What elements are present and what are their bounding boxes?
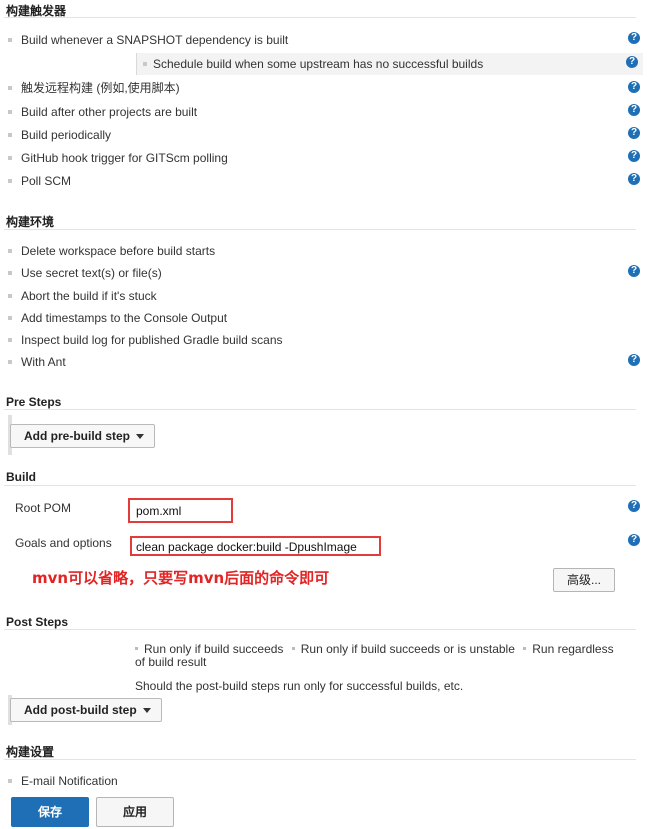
add-post-build-step-button[interactable]: Add post-build step: [10, 698, 162, 722]
env-label: Delete workspace before build starts: [21, 244, 216, 258]
trigger-after-other[interactable]: Build after other projects are built: [0, 101, 620, 123]
trigger-remote[interactable]: 触发远程构建 (例如,使用脚本): [0, 77, 620, 99]
checkbox[interactable]: [143, 62, 147, 66]
section-title-settings: 构建设置: [6, 745, 55, 759]
checkbox[interactable]: [8, 86, 12, 90]
checkbox[interactable]: [8, 249, 12, 253]
trigger-label: Poll SCM: [21, 174, 72, 188]
divider: [4, 229, 636, 230]
checkbox[interactable]: [8, 338, 12, 342]
help-icon[interactable]: ?: [626, 56, 638, 68]
trigger-label: Build whenever a SNAPSHOT dependency is …: [21, 33, 289, 47]
help-icon[interactable]: ?: [628, 173, 640, 185]
help-icon[interactable]: ?: [628, 127, 640, 139]
env-label: Abort the build if it's stuck: [21, 289, 157, 303]
checkbox[interactable]: [8, 110, 12, 114]
env-delete-workspace[interactable]: Delete workspace before build starts: [0, 240, 620, 262]
trigger-poll-scm[interactable]: Poll SCM: [0, 170, 620, 192]
trigger-label: Build after other projects are built: [21, 105, 198, 119]
divider: [4, 629, 636, 630]
post-option-label[interactable]: Run only if build succeeds or is unstabl…: [301, 642, 515, 656]
add-pre-build-step-button[interactable]: Add pre-build step: [10, 424, 155, 448]
checkbox[interactable]: [8, 294, 12, 298]
help-icon[interactable]: ?: [628, 104, 640, 116]
checkbox[interactable]: [8, 360, 12, 364]
env-label: Use secret text(s) or file(s): [21, 266, 162, 280]
help-icon[interactable]: ?: [628, 81, 640, 93]
radio-button[interactable]: [135, 647, 138, 651]
settings-email-notification[interactable]: E-mail Notification: [0, 770, 620, 792]
post-option-label[interactable]: Run only if build succeeds: [144, 642, 283, 656]
caret-down-icon: [142, 708, 151, 714]
help-icon[interactable]: ?: [628, 150, 640, 162]
trigger-sub-option[interactable]: Schedule build when some upstream has no…: [136, 53, 643, 75]
button-label: Add pre-build step: [24, 429, 130, 443]
section-title-post-steps: Post Steps: [6, 615, 69, 629]
save-button[interactable]: 保存: [11, 797, 89, 827]
post-step-options: Run only if build succeeds Run only if b…: [135, 643, 625, 669]
section-title-environment: 构建环境: [6, 215, 55, 229]
button-label: Add post-build step: [24, 703, 137, 717]
divider: [4, 17, 636, 18]
trigger-periodic[interactable]: Build periodically: [0, 124, 620, 146]
checkbox[interactable]: [8, 38, 12, 42]
trigger-label: GitHub hook trigger for GITScm polling: [21, 151, 228, 165]
env-secret-text[interactable]: Use secret text(s) or file(s): [0, 262, 620, 284]
root-pom-label: Root POM: [15, 501, 72, 515]
env-with-ant[interactable]: With Ant: [0, 351, 620, 373]
trigger-label: 触发远程构建 (例如,使用脚本): [21, 81, 180, 95]
help-icon[interactable]: ?: [628, 32, 640, 44]
divider: [4, 409, 636, 410]
env-label: Add timestamps to the Console Output: [21, 311, 228, 325]
post-steps-description: Should the post-build steps run only for…: [135, 679, 464, 693]
apply-button[interactable]: 应用: [96, 797, 174, 827]
advanced-button[interactable]: 高级...: [553, 568, 615, 592]
trigger-github-hook[interactable]: GitHub hook trigger for GITScm polling: [0, 147, 620, 169]
divider: [4, 759, 636, 760]
trigger-label: Build periodically: [21, 128, 112, 142]
radio-button[interactable]: [523, 647, 527, 651]
env-label: Inspect build log for published Gradle b…: [21, 333, 283, 347]
settings-label: E-mail Notification: [21, 774, 118, 788]
checkbox[interactable]: [8, 156, 12, 160]
help-icon[interactable]: ?: [628, 354, 640, 366]
checkbox[interactable]: [8, 133, 12, 137]
checkbox[interactable]: [8, 316, 12, 320]
divider: [4, 485, 636, 486]
env-gradle-scans[interactable]: Inspect build log for published Gradle b…: [0, 329, 620, 351]
radio-button[interactable]: [291, 647, 295, 651]
env-abort-stuck[interactable]: Abort the build if it's stuck: [0, 285, 620, 307]
section-title-pre-steps: Pre Steps: [6, 395, 62, 409]
sub-option-label: Schedule build when some upstream has no…: [153, 57, 484, 71]
env-timestamps[interactable]: Add timestamps to the Console Output: [0, 307, 620, 329]
highlight-box: [130, 536, 381, 556]
section-title-build: Build: [6, 470, 36, 484]
annotation-note: mvn可以省略，只要写mvn后面的命令即可: [32, 569, 330, 587]
checkbox[interactable]: [8, 179, 12, 183]
caret-down-icon: [136, 434, 144, 440]
highlight-box: [128, 498, 233, 523]
checkbox[interactable]: [8, 779, 12, 783]
help-icon[interactable]: ?: [628, 265, 640, 277]
trigger-snapshot[interactable]: Build whenever a SNAPSHOT dependency is …: [0, 29, 620, 51]
help-icon[interactable]: ?: [628, 534, 640, 546]
env-label: With Ant: [21, 355, 66, 369]
checkbox[interactable]: [8, 271, 12, 275]
help-icon[interactable]: ?: [628, 500, 640, 512]
goals-label: Goals and options: [15, 536, 112, 550]
